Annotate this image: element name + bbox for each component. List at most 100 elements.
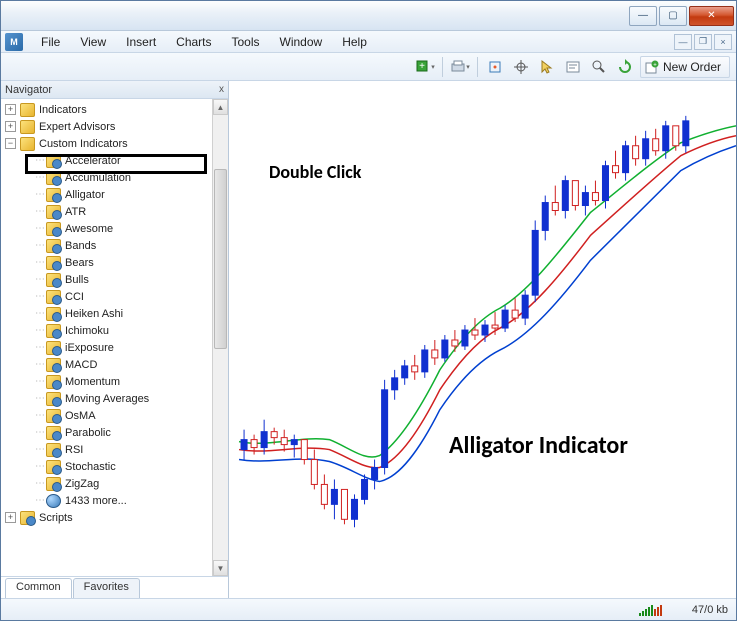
tree-item-macd[interactable]: ⋯ MACD (1, 356, 212, 373)
tab-favorites[interactable]: Favorites (73, 578, 140, 598)
tree-item-scripts[interactable]: + Scripts (1, 509, 212, 526)
new-order-icon: + (645, 60, 659, 74)
svg-text:+: + (419, 61, 425, 72)
tree-item-label: 1433 more... (65, 495, 127, 507)
tree-item-awesome[interactable]: ⋯ Awesome (1, 220, 212, 237)
tree-item-bands[interactable]: ⋯ Bands (1, 237, 212, 254)
tree-item-ichimoku[interactable]: ⋯ Ichimoku (1, 322, 212, 339)
menu-view[interactable]: View (70, 33, 116, 51)
svg-text:+: + (653, 62, 657, 68)
tree-item-parabolic[interactable]: ⋯ Parabolic (1, 424, 212, 441)
tree-item-alligator[interactable]: ⋯ Alligator (1, 186, 212, 203)
tree-item-zigzag[interactable]: ⋯ ZigZag (1, 475, 212, 492)
statusbar: 47/0 kb (1, 598, 736, 620)
tree-item-icon (46, 239, 61, 253)
tree-item-heiken-ashi[interactable]: ⋯ Heiken Ashi (1, 305, 212, 322)
window-titlebar: — ▢ ✕ (1, 1, 736, 31)
tree-item-expert-advisors[interactable]: + Expert Advisors (1, 118, 212, 135)
target-icon[interactable] (510, 56, 532, 78)
tree-item-icon (46, 171, 61, 185)
refresh-icon[interactable] (614, 56, 636, 78)
tree-item-label: Moving Averages (65, 393, 149, 405)
mdi-close-button[interactable]: × (714, 34, 732, 50)
print-icon[interactable]: ▾ (449, 56, 471, 78)
tree-item-iexposure[interactable]: ⋯ iExposure (1, 339, 212, 356)
tree-scrollbar[interactable]: ▲ ▼ (212, 99, 228, 576)
menu-window[interactable]: Window (270, 33, 333, 51)
tree-item-icon (46, 256, 61, 270)
navigator-close-button[interactable]: x (219, 84, 224, 95)
scroll-down-button[interactable]: ▼ (213, 560, 228, 576)
tree-toggle[interactable]: − (5, 138, 16, 149)
window-close-button[interactable]: ✕ (689, 6, 734, 26)
tree-branch-icon: ⋯ (35, 359, 44, 370)
tree-branch-icon: ⋯ (35, 478, 44, 489)
tree-item-stochastic[interactable]: ⋯ Stochastic (1, 458, 212, 475)
zoom-icon[interactable] (588, 56, 610, 78)
navigator-tabs: Common Favorites (1, 576, 228, 598)
cursor-icon[interactable] (536, 56, 558, 78)
menu-charts[interactable]: Charts (166, 33, 221, 51)
tree-item-bulls[interactable]: ⋯ Bulls (1, 271, 212, 288)
tree-toggle[interactable]: + (5, 121, 16, 132)
tree-item-osma[interactable]: ⋯ OsMA (1, 407, 212, 424)
chart-area[interactable]: Double Click Alligator Indicator (229, 81, 736, 598)
mdi-restore-button[interactable]: ❐ (694, 34, 712, 50)
tree-item-accelerator[interactable]: ⋯ Accelerator (1, 152, 212, 169)
tree-item-icon (20, 511, 35, 525)
navigator-tree[interactable]: + Indicators + Expert Advisors − Custom … (1, 99, 212, 576)
tree-item-label: Bears (65, 257, 94, 269)
window-minimize-button[interactable]: — (629, 6, 657, 26)
new-order-button[interactable]: + New Order (640, 56, 730, 78)
mdi-controls: — ❐ × (674, 34, 736, 50)
tree-item-icon (46, 358, 61, 372)
tree-item-label: Accelerator (65, 155, 121, 167)
tree-toggle[interactable]: + (5, 512, 16, 523)
tree-item-icon (46, 222, 61, 236)
tree-item-icon (20, 103, 35, 117)
crosshair-icon[interactable] (484, 56, 506, 78)
tree-item-icon (46, 494, 61, 508)
menu-help[interactable]: Help (332, 33, 377, 51)
window-maximize-button[interactable]: ▢ (659, 6, 687, 26)
toolbar-separator (477, 57, 478, 77)
add-chart-icon[interactable]: +▾ (414, 56, 436, 78)
tree-item-cci[interactable]: ⋯ CCI (1, 288, 212, 305)
tree-item-momentum[interactable]: ⋯ Momentum (1, 373, 212, 390)
tree-item-icon (46, 290, 61, 304)
tree-branch-icon: ⋯ (35, 393, 44, 404)
menu-file[interactable]: File (31, 33, 70, 51)
connection-bars-icon (639, 604, 662, 616)
text-icon[interactable] (562, 56, 584, 78)
tree-item-indicators[interactable]: + Indicators (1, 101, 212, 118)
tree-item-label: MACD (65, 359, 97, 371)
tree-item-atr[interactable]: ⋯ ATR (1, 203, 212, 220)
tree-branch-icon: ⋯ (35, 427, 44, 438)
menu-insert[interactable]: Insert (116, 33, 166, 51)
mdi-minimize-button[interactable]: — (674, 34, 692, 50)
tree-branch-icon: ⋯ (35, 189, 44, 200)
tree-item-label: CCI (65, 291, 84, 303)
scroll-up-button[interactable]: ▲ (213, 99, 228, 115)
annotation-indicator-name: Alligator Indicator (449, 431, 628, 460)
tree-item-icon (46, 154, 61, 168)
tree-item-moving-averages[interactable]: ⋯ Moving Averages (1, 390, 212, 407)
tree-item-accumulation[interactable]: ⋯ Accumulation (1, 169, 212, 186)
scroll-thumb[interactable] (214, 169, 227, 349)
tree-item-custom-indicators[interactable]: − Custom Indicators (1, 135, 212, 152)
status-transfer: 47/0 kb (692, 604, 728, 616)
tab-common[interactable]: Common (5, 578, 72, 598)
tree-item-icon (46, 341, 61, 355)
tree-item-label: Custom Indicators (39, 138, 128, 150)
tree-item-label: Bulls (65, 274, 89, 286)
tree-item-bears[interactable]: ⋯ Bears (1, 254, 212, 271)
tree-item-rsi[interactable]: ⋯ RSI (1, 441, 212, 458)
tree-item-more[interactable]: ⋯ 1433 more... (1, 492, 212, 509)
menu-tools[interactable]: Tools (222, 33, 270, 51)
tree-item-icon (46, 392, 61, 406)
tree-item-label: Awesome (65, 223, 113, 235)
tree-toggle[interactable]: + (5, 104, 16, 115)
tree-item-label: Expert Advisors (39, 121, 115, 133)
tree-item-label: Alligator (65, 189, 105, 201)
tree-item-icon (46, 409, 61, 423)
